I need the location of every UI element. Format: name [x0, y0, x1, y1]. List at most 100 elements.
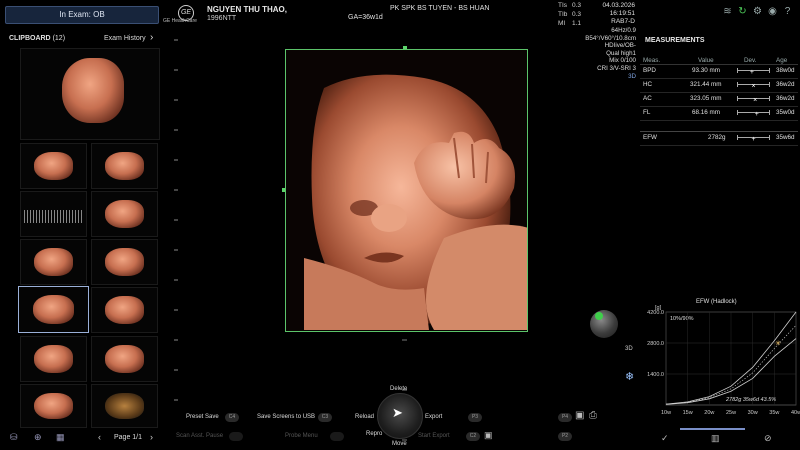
- exam-status-button[interactable]: In Exam: OB: [5, 6, 159, 24]
- mi-value: 1.1: [572, 20, 582, 27]
- database-icon[interactable]: ⛁: [10, 432, 18, 443]
- deviation-bar: ×: [737, 82, 770, 90]
- export-button[interactable]: Export: [425, 414, 442, 420]
- datetime: 04.03.2026 16:19:51 RAB7-D: [597, 2, 635, 26]
- move-button[interactable]: Move: [392, 441, 407, 447]
- efw-points: ✳: [775, 339, 781, 347]
- clipboard-thumbnail[interactable]: [20, 191, 87, 237]
- user-icon[interactable]: ◉: [767, 6, 778, 17]
- reload-button[interactable]: Reload: [355, 414, 374, 420]
- key-badge-scan: [229, 432, 243, 441]
- chevron-right-icon[interactable]: ›: [150, 432, 153, 442]
- clipboard-thumbnail[interactable]: [91, 143, 158, 189]
- cursor-icon: ➤: [392, 405, 403, 420]
- time: 16:19:51: [609, 10, 635, 17]
- save-icon[interactable]: ▣: [575, 410, 584, 421]
- measurements-header: Meas. Value Dev. Age: [640, 55, 798, 65]
- clipboard-thumbnail[interactable]: [91, 384, 158, 428]
- settings-icon[interactable]: ⚙: [752, 6, 763, 17]
- date: 04.03.2026: [602, 2, 635, 9]
- check-icon[interactable]: ✓: [661, 433, 669, 444]
- grid-icon[interactable]: ▦: [56, 432, 65, 443]
- clipboard-thumbnail[interactable]: [20, 239, 87, 285]
- depth-scale: [174, 39, 178, 401]
- param-angle-depth: B54°/V60°/10.8cm: [585, 34, 636, 42]
- clipboard-thumbnail[interactable]: [91, 191, 158, 237]
- 3d-label: 3D: [625, 346, 633, 352]
- refresh-icon[interactable]: ↻: [737, 6, 748, 17]
- col-age: Age: [776, 57, 788, 64]
- deviation-bar: ×: [737, 96, 770, 104]
- measurement-row-ac[interactable]: AC 323.05 mm × 36w2d: [640, 93, 798, 107]
- clipboard-label: CLIPBOARD: [9, 35, 51, 42]
- key-badge-p3: P3: [468, 413, 482, 422]
- deviation-bar: +: [737, 110, 770, 118]
- delete-button[interactable]: Delete: [390, 386, 407, 392]
- clipboard-thumbnail-selected[interactable]: [18, 286, 89, 333]
- freeze-icon[interactable]: ❄: [625, 370, 634, 383]
- tis-value: 0.3: [572, 2, 582, 9]
- save-screens-button[interactable]: Save Screens to USB: [257, 414, 315, 420]
- x-tick-label: 10w: [661, 410, 671, 416]
- key-badge-c4: C4: [225, 413, 239, 422]
- measurement-row-bpd[interactable]: BPD 93.30 mm + 38w0d: [640, 65, 798, 79]
- scan-assist-button[interactable]: Scan Asst. Pause: [176, 433, 223, 439]
- preset-save-button[interactable]: Preset Save: [186, 414, 219, 420]
- key-badge-c2: C2: [466, 432, 480, 441]
- chevron-left-icon[interactable]: ‹: [98, 432, 101, 442]
- x-tick-label: 35w: [769, 410, 779, 416]
- meas-value: 93.30 mm: [692, 67, 720, 74]
- chart-bars-icon[interactable]: ▥: [711, 433, 720, 444]
- clipboard-thumbnail[interactable]: [91, 287, 158, 333]
- probe-menu-button[interactable]: Probe Menu: [285, 433, 318, 439]
- help-icon[interactable]: ?: [782, 6, 793, 17]
- meas-name: HC: [643, 81, 653, 88]
- exam-history-link[interactable]: Exam History: [104, 35, 146, 42]
- x-tick-label: 20w: [704, 410, 714, 416]
- patient-name: NGUYEN THU THAO,: [207, 5, 287, 14]
- clipboard-thumbnail[interactable]: [20, 48, 160, 140]
- meas-name: BPD: [643, 67, 656, 74]
- deviation-marker: ×: [751, 83, 756, 90]
- patient-id: 1996NTT: [207, 15, 237, 22]
- clipboard-thumbnail[interactable]: [20, 336, 87, 382]
- measurement-row-fl[interactable]: FL 68.16 mm + 35w0d: [640, 107, 798, 121]
- start-export-button[interactable]: Start Export: [418, 433, 450, 439]
- key-badge-c3: C3: [318, 413, 332, 422]
- tib-value: 0.3: [572, 11, 582, 18]
- clipboard-thumbnail[interactable]: [20, 384, 87, 428]
- measurement-row-efw[interactable]: EFW 2782g + 35w6d: [640, 131, 798, 146]
- wifi-icon[interactable]: ≋: [722, 6, 733, 17]
- y-tick-label: 1400.0: [647, 372, 664, 378]
- meas-age: 36w2d: [776, 95, 795, 102]
- tis-label: TIs: [558, 2, 568, 9]
- deviation-marker: +: [751, 136, 756, 143]
- clipboard-thumbnail[interactable]: [20, 143, 87, 189]
- meas-name: FL: [643, 109, 651, 116]
- compass-icon[interactable]: ⊘: [764, 433, 772, 444]
- ultrasound-3d-image[interactable]: [285, 49, 528, 332]
- repro-button[interactable]: Repro: [366, 431, 382, 437]
- measurement-row-hc[interactable]: HC 321.44 mm × 36w2d: [640, 79, 798, 93]
- col-meas: Meas.: [643, 57, 661, 64]
- meas-age: 35w6d: [776, 134, 795, 141]
- meas-name: EFW: [643, 134, 657, 141]
- param-mode: HDIive/OB-: [604, 42, 636, 50]
- percentile-label: 10%/90%: [670, 316, 694, 322]
- page-indicator: Page 1/1: [114, 434, 143, 441]
- deviation-bar: +: [737, 68, 770, 76]
- clipboard-thumbnail[interactable]: [91, 239, 158, 285]
- disk-icon[interactable]: ▣: [484, 430, 493, 441]
- chevron-right-icon[interactable]: ›: [150, 32, 153, 43]
- gestational-age: GA=36w1d: [348, 14, 383, 21]
- x-tick-label: 15w: [683, 410, 693, 416]
- meas-age: 36w2d: [776, 81, 795, 88]
- print-icon[interactable]: ⎙: [589, 410, 597, 421]
- measurements-table: Meas. Value Dev. Age BPD 93.30 mm + 38w0…: [640, 55, 798, 146]
- mi-label: MI: [558, 20, 566, 27]
- globe-icon[interactable]: ⊕: [34, 432, 42, 443]
- key-badge-probe: [330, 432, 344, 441]
- clipboard-thumbnail[interactable]: [91, 336, 158, 382]
- tib-label: TIb: [558, 11, 568, 18]
- clipboard-title: CLIPBOARD (12): [9, 35, 65, 42]
